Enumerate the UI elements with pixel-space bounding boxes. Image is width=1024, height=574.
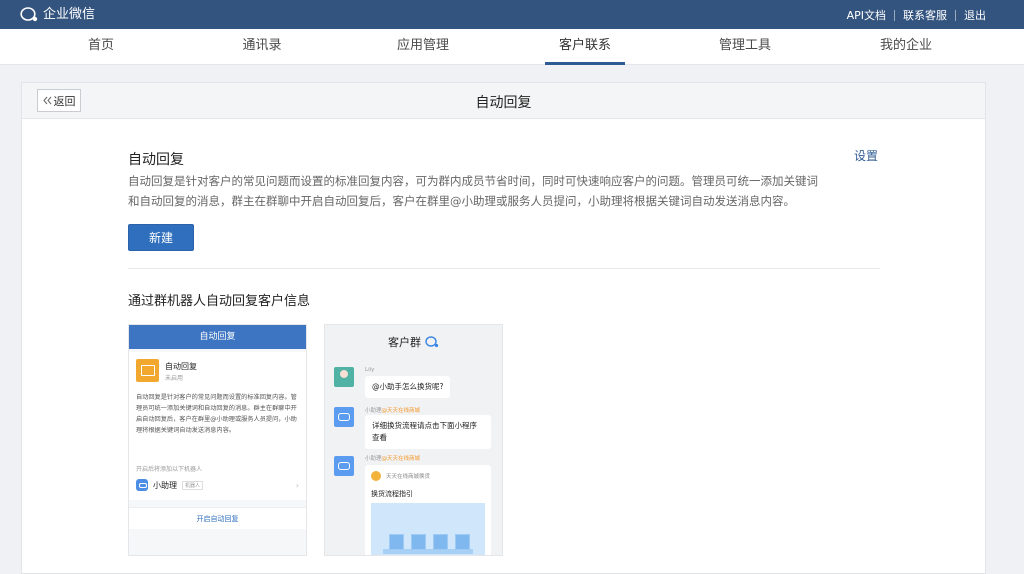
- main-card: 自动回复 返回 自动回复 设置 自动回复是针对客户的常见问题而设置的标准回复内容…: [21, 82, 986, 574]
- subsection-title: 通过群机器人自动回复客户信息: [128, 294, 311, 309]
- chevron-right-icon: ›: [295, 481, 299, 490]
- msg3-sender-org: @天天在线商城: [381, 456, 421, 462]
- section-title: 自动回复: [128, 152, 184, 168]
- nav-app-management[interactable]: 应用管理: [383, 29, 463, 65]
- nav-customer-contact[interactable]: 客户联系: [545, 29, 625, 65]
- bot-tag: 机器人: [182, 480, 204, 490]
- divider: [894, 9, 895, 21]
- double-chevron-left-icon: [42, 96, 51, 105]
- nav-home[interactable]: 首页: [61, 29, 141, 65]
- logo[interactable]: 企业微信: [20, 5, 95, 24]
- msg2-sender-org: @天天在线商城: [381, 408, 421, 414]
- back-button[interactable]: 返回: [37, 89, 81, 112]
- nav-management-tools[interactable]: 管理工具: [705, 29, 785, 65]
- divider: [955, 9, 956, 21]
- description: 自动回复是针对客户的常见问题而设置的标准回复内容，可为群内成员节省时间，同时可快…: [128, 174, 818, 208]
- new-button[interactable]: 新建: [128, 224, 194, 251]
- group-title: 客户群: [325, 334, 502, 350]
- top-links: API文档 联系客服 退出: [847, 7, 986, 23]
- bot-avatar-icon: [334, 407, 354, 427]
- card-title: 换货流程指引: [371, 490, 413, 498]
- image-block: [433, 534, 448, 550]
- mini-program-icon: [371, 471, 381, 481]
- bot-name: 小助理: [153, 480, 177, 490]
- app-name: 自动回复: [165, 362, 197, 371]
- contact-support-link[interactable]: 联系客服: [903, 7, 947, 23]
- card-source: 天天在线商城换货: [386, 474, 431, 480]
- image-block: [389, 534, 404, 550]
- mini-program-card: 天天在线商城换货 换货流程指引: [365, 465, 491, 555]
- msg2-sender-name: 小助理: [365, 408, 382, 414]
- image-block: [411, 534, 426, 550]
- page-title: 自动回复: [475, 95, 532, 111]
- card-image: [371, 503, 485, 555]
- group-title-text: 客户群: [388, 336, 421, 349]
- nav-contacts[interactable]: 通讯录: [222, 29, 302, 65]
- image-block: [455, 534, 470, 550]
- card-header: 自动回复 返回: [22, 83, 985, 119]
- auto-reply-app-icon: [136, 359, 159, 382]
- app-status: 未启用: [165, 375, 184, 382]
- msg3-sender: 小助理@天天在线商城: [365, 454, 420, 462]
- bot-hint: 开启后将添加以下机器人: [136, 466, 203, 473]
- bot-row: 小助理 机器人: [136, 479, 204, 491]
- main-nav: 首页 通讯录 应用管理 客户联系 管理工具 我的企业: [0, 29, 1024, 65]
- preview-description: 自动回复是针对客户的常见问题而设置的标准回复内容。管理员可统一添加关键词和自动回…: [136, 394, 297, 434]
- lily-avatar: [334, 367, 354, 387]
- nav-my-enterprise[interactable]: 我的企业: [866, 29, 946, 65]
- bot-avatar-icon: [136, 479, 148, 491]
- top-bar: 企业微信 API文档 联系客服 退出: [0, 0, 1024, 29]
- back-label: 返回: [53, 94, 76, 108]
- logo-text: 企业微信: [43, 7, 96, 22]
- wecom-chat-icon: [425, 336, 439, 348]
- msg2-sender: 小助理@天天在线商城: [365, 406, 420, 414]
- wecom-logo-icon: [20, 7, 38, 22]
- bot-avatar-icon: [334, 456, 354, 476]
- enable-auto-reply-button: 开启自动回复: [129, 507, 306, 529]
- msg3-sender-name: 小助理: [365, 456, 382, 462]
- preview-header: 自动回复: [129, 325, 306, 349]
- api-docs-link[interactable]: API文档: [847, 7, 886, 23]
- logout-link[interactable]: 退出: [964, 7, 986, 23]
- msg2-bubble: 详细换货流程请点击下面小程序查看: [365, 415, 491, 449]
- auto-reply-preview: 自动回复 自动回复 未启用 自动回复是针对客户的常见问题而设置的标准回复内容。管…: [128, 324, 307, 556]
- divider: [128, 268, 880, 269]
- settings-link[interactable]: 设置: [854, 147, 878, 164]
- msg1-bubble: @小助手怎么换货呢?: [365, 376, 451, 398]
- preview-body: 自动回复 未启用 自动回复是针对客户的常见问题而设置的标准回复内容。管理员可统一…: [129, 352, 306, 500]
- customer-group-preview: 客户群 Lily @小助手怎么换货呢? 小助理@天天在线商城 详细换货流程请点击…: [324, 324, 503, 556]
- msg1-sender: Lily: [365, 367, 375, 373]
